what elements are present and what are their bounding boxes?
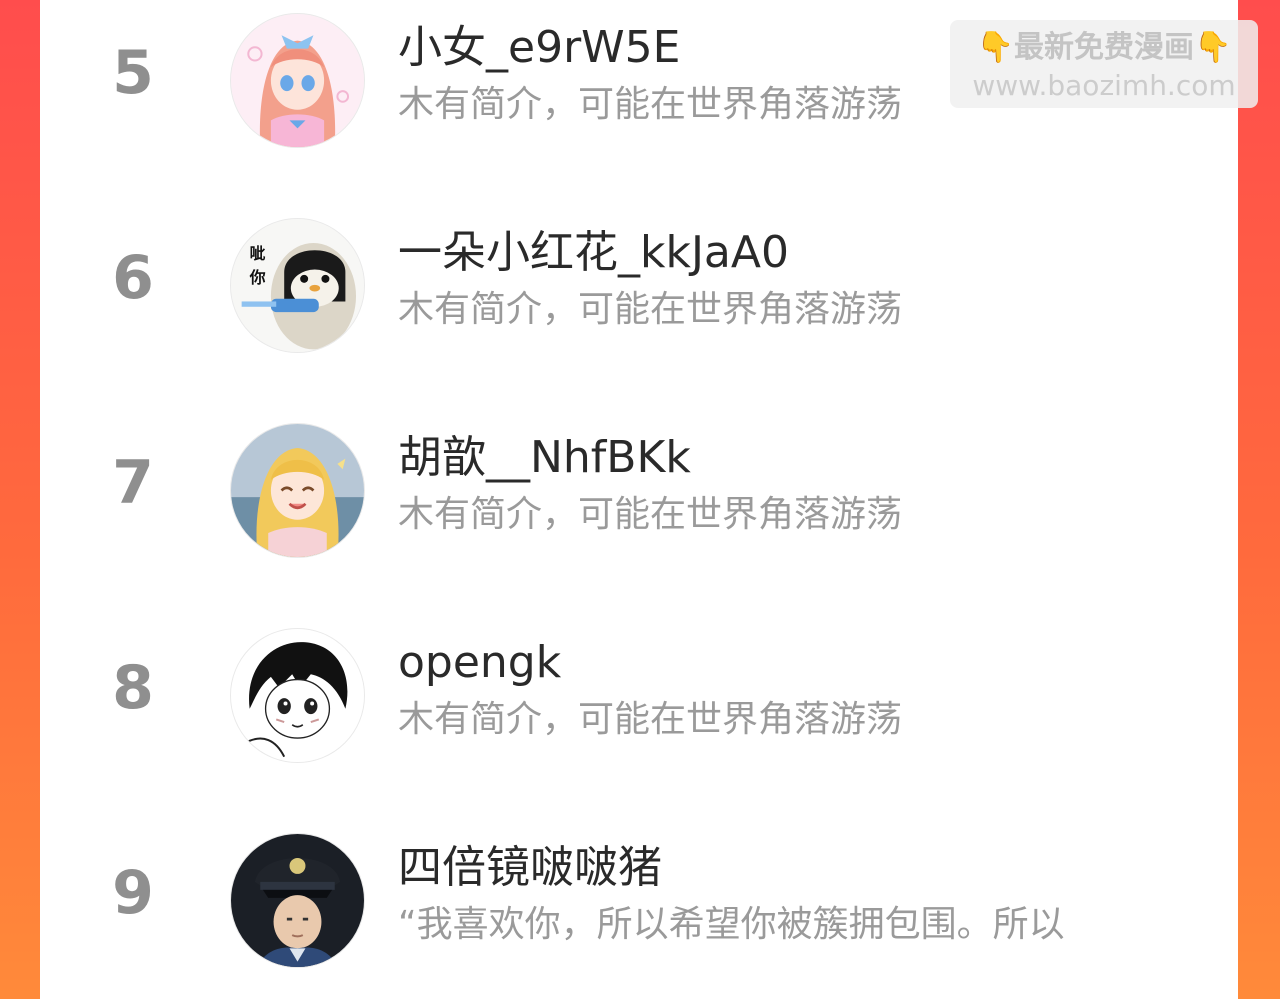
avatar[interactable]: 呲 你	[230, 218, 365, 353]
avatar[interactable]	[230, 833, 365, 968]
penguin-meme-avatar-icon: 呲 你	[231, 219, 364, 352]
user-name[interactable]: 一朵小红花_kkJaA0	[398, 223, 789, 283]
watermark-title: 最新免费漫画	[1014, 30, 1194, 65]
user-name[interactable]: opengk	[398, 633, 561, 693]
watermark-url: www.baozimh.com	[972, 69, 1236, 102]
user-bio: “我喜欢你，所以希望你被簇拥包围。所以	[398, 904, 1065, 945]
pointing-down-icon: 👇	[976, 30, 1014, 65]
manga-boy-avatar-icon	[231, 629, 364, 762]
user-bio: 木有简介，可能在世界角落游荡	[398, 494, 903, 535]
watermark-overlay: 👇最新免费漫画👇 www.baozimh.com	[950, 20, 1258, 108]
ranking-row[interactable]: 6 呲 你 一朵小红花_kkJaA0 木有简介，可能在世界角落游荡	[40, 205, 1238, 375]
user-bio: 木有简介，可能在世界角落游荡	[398, 289, 903, 330]
meme-text: 呲	[250, 244, 266, 263]
user-bio: 木有简介，可能在世界角落游荡	[398, 84, 903, 125]
avatar[interactable]	[230, 628, 365, 763]
ranking-panel: 5 小女_e9rW5E 木有简介，可能在世界角落游荡 6 呲 你 一朵小红花_k…	[40, 0, 1238, 999]
anime-girl-pink-avatar-icon	[231, 14, 364, 147]
user-name[interactable]: 胡歆__NhfBKk	[398, 428, 691, 488]
user-name[interactable]: 四倍镜啵啵猪	[398, 838, 662, 898]
watermark-title-line: 👇最新免费漫画👇	[950, 28, 1258, 68]
rank-number: 8	[112, 653, 154, 723]
user-name[interactable]: 小女_e9rW5E	[398, 18, 680, 78]
pointing-down-icon: 👇	[1194, 30, 1232, 65]
user-bio: 木有简介，可能在世界角落游荡	[398, 699, 903, 740]
ranking-row[interactable]: 7 胡歆__NhfBKk 木有简介，可能在世界角落游荡	[40, 410, 1238, 580]
rank-number: 9	[112, 858, 154, 928]
meme-text: 你	[249, 268, 266, 287]
ranking-row[interactable]: 8 opengk 木有简介，可能在世界角落游荡	[40, 615, 1238, 785]
anime-girl-blonde-avatar-icon	[231, 424, 364, 557]
ranking-list: 5 小女_e9rW5E 木有简介，可能在世界角落游荡 6 呲 你 一朵小红花_k…	[40, 0, 1238, 999]
avatar[interactable]	[230, 423, 365, 558]
ranking-row[interactable]: 9 四倍镜啵啵猪 “我喜欢你，所以希望你被簇拥包围。所以	[40, 820, 1238, 990]
avatar[interactable]	[230, 13, 365, 148]
rank-number: 6	[112, 243, 154, 313]
rank-number: 7	[112, 448, 154, 518]
police-photo-avatar-icon	[231, 834, 364, 967]
rank-number: 5	[112, 38, 154, 108]
